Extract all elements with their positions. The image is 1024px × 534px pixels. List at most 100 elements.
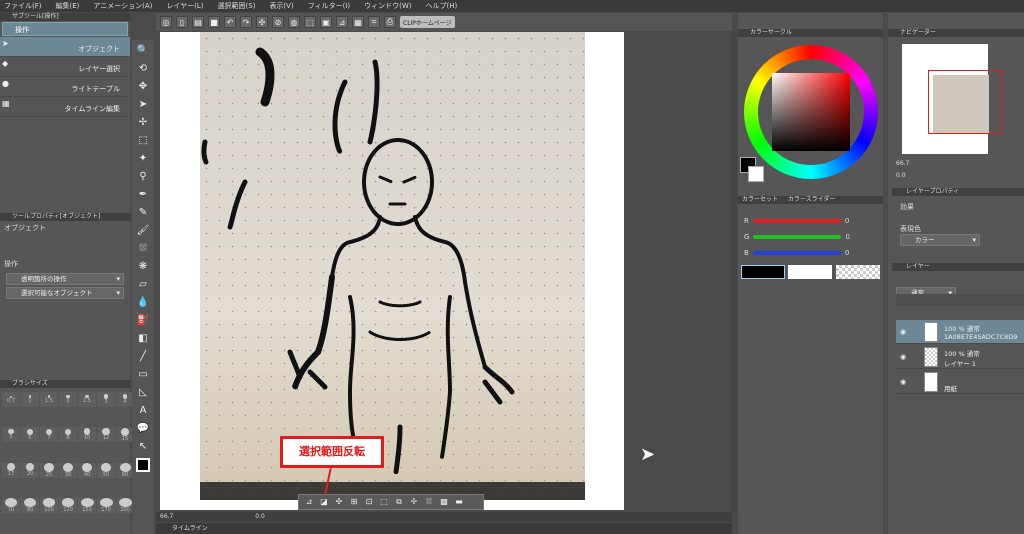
menu-layer[interactable]: レイヤー(L) (166, 1, 203, 11)
main-color-swatch[interactable] (136, 458, 150, 472)
brush-size-cell[interactable]: 30 (59, 462, 77, 478)
brush-size-cell[interactable]: 12 (97, 427, 115, 443)
transform-icon[interactable]: ✣ (256, 16, 268, 28)
auto-select-tool-icon[interactable]: ✦ (136, 152, 150, 166)
eye-icon[interactable]: ◉ (900, 328, 906, 336)
tab-color-slider[interactable]: カラースライダー (788, 196, 835, 203)
brush-size-cell[interactable]: 7 (40, 427, 58, 443)
balloon-tool-icon[interactable]: 💬 (136, 422, 150, 436)
menu-view[interactable]: 表示(V) (269, 1, 293, 11)
invert-selection-icon[interactable]: ▣ (320, 16, 332, 28)
brush-size-cell[interactable]: 3 (97, 392, 115, 407)
zoom-tool-icon[interactable]: 🔍 (136, 44, 150, 58)
open-file-icon[interactable]: ▤ (192, 16, 204, 28)
brush-size-cell[interactable]: 40 (78, 462, 96, 478)
brush-size-cell[interactable]: 6 (21, 427, 39, 443)
brush-size-cell[interactable]: 1 (21, 392, 39, 407)
slider-r-track[interactable] (752, 219, 841, 223)
display-color-select[interactable]: カラー (900, 234, 980, 246)
sub-tool-item-object[interactable]: ➤ オブジェクト (0, 37, 130, 57)
brush-size-cell[interactable]: 100 (40, 497, 58, 513)
slider-g[interactable]: G 0 (744, 232, 880, 242)
brush-size-cell[interactable]: 0.7 (2, 392, 20, 407)
print-icon[interactable]: ⎙ (384, 16, 396, 28)
fill-icon[interactable]: ◍ (288, 16, 300, 28)
expand-selection-icon[interactable]: ✣ (333, 496, 345, 508)
slider-b-track[interactable] (752, 251, 841, 255)
snap-ruler-icon[interactable]: ⊿ (336, 16, 348, 28)
selection-tool-icon[interactable]: ⬚ (136, 134, 150, 148)
clear-outside-icon[interactable]: ⊡ (363, 496, 375, 508)
new-file-icon[interactable]: ▯ (176, 16, 188, 28)
navigator-view-rect[interactable] (928, 70, 1002, 134)
eyedropper-tool-icon[interactable]: ⚲ (136, 170, 150, 184)
brush-size-cell[interactable]: 120 (59, 497, 77, 513)
decoration-tool-icon[interactable]: ❋ (136, 260, 150, 274)
sub-tool-item-layer-select[interactable]: ◆ レイヤー選択 (0, 57, 130, 77)
clip-logo-icon[interactable]: ◎ (160, 16, 172, 28)
airbrush-tool-icon[interactable]: ⛆ (136, 242, 150, 256)
brush-size-cell[interactable]: 8 (59, 427, 77, 443)
transparent-area-select[interactable]: 透明箇所の操作 (6, 273, 124, 285)
brush-size-cell[interactable]: 2.5 (78, 392, 96, 407)
menu-filter[interactable]: フィルター(I) (308, 1, 350, 11)
invert-selection-icon[interactable]: ◪ (318, 496, 330, 508)
tab-color-set[interactable]: カラーセット (742, 196, 778, 203)
brush-size-cell[interactable]: 80 (21, 497, 39, 513)
layer-row-paper[interactable]: ◉ 用紙 (896, 370, 1024, 394)
pencil-tool-icon[interactable]: ✎ (136, 206, 150, 220)
brush-size-cell[interactable]: 20 (21, 462, 39, 478)
snap-special-icon[interactable]: ⌗ (368, 16, 380, 28)
ruler-tool-icon[interactable]: ◺ (136, 386, 150, 400)
layer-row-2[interactable]: ◉ 100 % 通常 レイヤー 1 (896, 345, 1024, 369)
layer-row-1[interactable]: ◉ 100 % 通常 1A08E7E45ADC7C8D9 (896, 320, 1024, 344)
clip-homepage-button[interactable]: CLIPホームページ (400, 16, 455, 28)
brush-size-cell[interactable]: 2 (59, 392, 77, 407)
new-tone-icon[interactable]: ▩ (438, 496, 450, 508)
sub-color-chip[interactable] (748, 166, 764, 182)
fill-tool-icon[interactable]: ⛽ (136, 314, 150, 328)
frame-tool-icon[interactable]: ▭ (136, 368, 150, 382)
correction-tool-icon[interactable]: ↖ (136, 440, 150, 454)
text-tool-icon[interactable]: A (136, 404, 150, 418)
sub-color-bar[interactable] (788, 265, 832, 279)
sub-tool-item-timeline-edit[interactable]: ▦ タイムライン編集 (0, 97, 130, 117)
pen-tool-icon[interactable]: ✒ (136, 188, 150, 202)
eraser-tool-icon[interactable]: ▱ (136, 278, 150, 292)
saturation-value-square[interactable] (772, 73, 850, 151)
sub-tool-tab-operation[interactable]: 操作 (2, 22, 128, 36)
shrink-selection-icon[interactable]: ⊞ (348, 496, 360, 508)
move-layer-tool-icon[interactable]: ✢ (136, 116, 150, 130)
menu-animation[interactable]: アニメーション(A) (93, 1, 152, 11)
rotate-tool-icon[interactable]: ⟲ (136, 62, 150, 76)
selectable-object-select[interactable]: 選択可能なオブジェクト (6, 287, 124, 299)
brush-size-cell[interactable]: 5 (2, 427, 20, 443)
operation-tool-icon[interactable]: ➤ (136, 98, 150, 112)
slider-g-track[interactable] (753, 235, 842, 239)
canvas-vertical-scrollbar[interactable] (731, 32, 737, 512)
blend-tool-icon[interactable]: 💧 (136, 296, 150, 310)
menu-help[interactable]: ヘルプ(H) (425, 1, 457, 11)
clear-icon[interactable]: ⊘ (272, 16, 284, 28)
brush-size-cell[interactable]: 25 (40, 462, 58, 478)
menu-window[interactable]: ウィンドウ(W) (364, 1, 411, 11)
sub-tool-item-light-table[interactable]: ● ライトテーブル (0, 77, 130, 97)
deselect-icon[interactable]: ⬚ (304, 16, 316, 28)
menu-edit[interactable]: 編集(E) (56, 1, 80, 11)
slider-b[interactable]: B 0 (744, 248, 880, 258)
undo-icon[interactable]: ↶ (224, 16, 236, 28)
eye-icon[interactable]: ◉ (900, 353, 906, 361)
brush-size-cell[interactable]: 10 (78, 427, 96, 443)
menu-file[interactable]: ファイル(F) (4, 1, 42, 11)
brush-size-cell[interactable]: 17 (2, 462, 20, 478)
slider-r[interactable]: R 0 (744, 216, 880, 226)
scale-rotate-icon[interactable]: ✢ (408, 496, 420, 508)
transparent-color-bar[interactable] (836, 265, 880, 279)
gradient-tool-icon[interactable]: ◧ (136, 332, 150, 346)
brush-tool-icon[interactable]: 🖌 (136, 224, 150, 238)
brush-size-cell[interactable]: 1.5 (40, 392, 58, 407)
copy-paste-icon[interactable]: ⧉ (393, 496, 405, 508)
brush-size-cell[interactable]: 70 (2, 497, 20, 513)
brush-size-cell[interactable]: 150 (78, 497, 96, 513)
timeline-tab[interactable]: タイムライン (172, 525, 208, 532)
